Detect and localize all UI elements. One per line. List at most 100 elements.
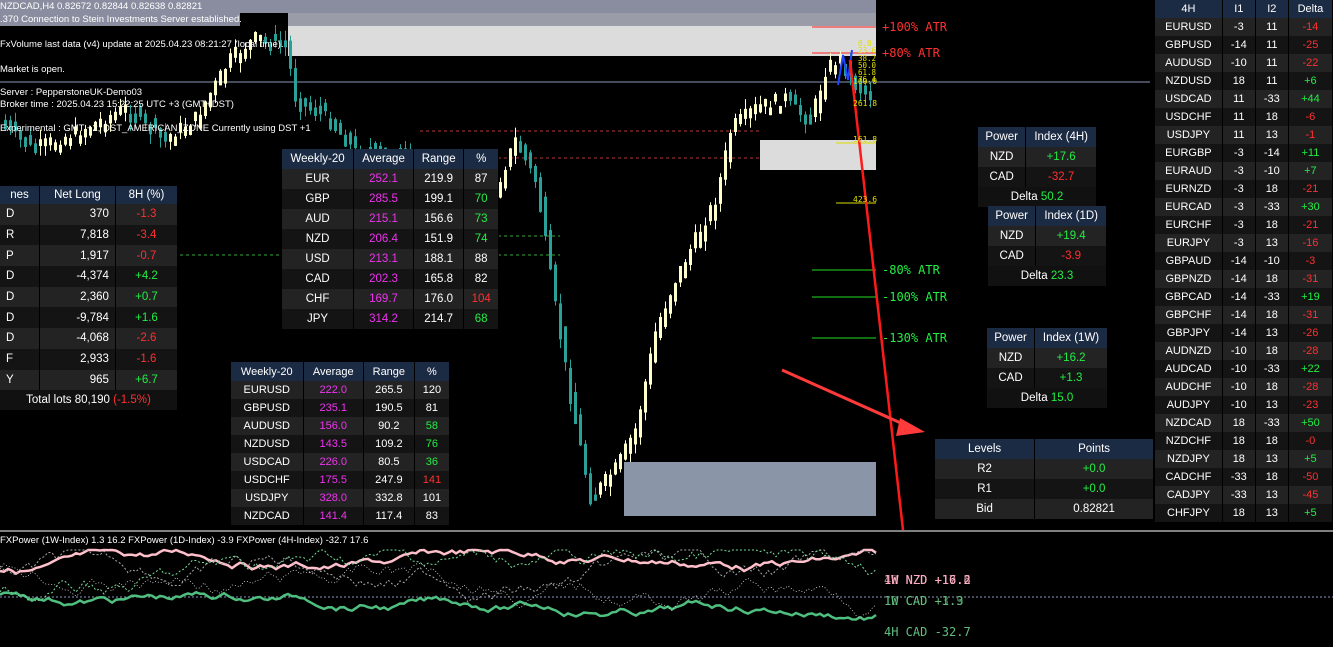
candle-body: [59, 144, 62, 153]
fourh-i1: 11: [1222, 108, 1256, 126]
weekly-pair-name: GBPUSD: [231, 399, 304, 417]
weekly-pair-row: USDJPY 328.0 332.8 101: [231, 489, 451, 507]
fourh-i1: 18: [1222, 72, 1256, 90]
levels-header-levels: Levels: [935, 439, 1036, 459]
candle-body: [504, 169, 507, 189]
wp-header-range: Range: [363, 362, 415, 381]
weekly-pair-range: 190.5: [363, 399, 415, 417]
p1w-header-power: Power: [987, 328, 1036, 348]
fourh-i2: 18: [1255, 468, 1289, 486]
fourh-delta: -16: [1288, 234, 1333, 252]
candle-body: [549, 230, 552, 270]
fourh-pair: CHFJPY: [1155, 504, 1223, 522]
fourh-i1: 18: [1222, 504, 1256, 522]
fourh-delta: -28: [1288, 342, 1333, 360]
candle-body: [734, 118, 737, 132]
fourh-i1: -3: [1222, 144, 1256, 162]
weekly-currency-name: GBP: [282, 189, 355, 209]
fourh-row: EURCAD -3 -33 +30: [1155, 198, 1333, 216]
candle-body: [809, 114, 812, 125]
candle-body: [284, 40, 287, 48]
wc-header-weekly: Weekly-20: [282, 149, 355, 169]
candle-body: [169, 133, 172, 142]
fourh-delta: -21: [1288, 180, 1333, 198]
fourh-delta: -22: [1288, 54, 1333, 72]
candle-body: [244, 48, 247, 59]
weekly-pair-name: NZDUSD: [231, 435, 304, 453]
osc-label-4h-cad: 4H CAD -32.7: [884, 625, 971, 639]
fourh-i2: 11: [1255, 36, 1289, 54]
market-status: Market is open.: [0, 64, 65, 75]
fourh-i1: 18: [1222, 450, 1256, 468]
fourh-i2: 18: [1255, 378, 1289, 396]
candle-body: [834, 65, 837, 75]
net-long-row: F 2,933 -1.6: [0, 348, 179, 370]
p4h-ccy-cad: CAD: [978, 167, 1027, 187]
candle-body: [644, 381, 647, 413]
fourh-i2: 18: [1255, 306, 1289, 324]
candle-body: [614, 462, 617, 475]
price-chart[interactable]: [0, 0, 1333, 647]
candle-body: [69, 138, 72, 146]
fourh-i1: -3: [1222, 234, 1256, 252]
candle-body: [294, 68, 297, 102]
weekly-currency-name: AUD: [282, 209, 355, 229]
weekly-currency-average: 314.2: [353, 309, 414, 329]
weekly-currency-row: CAD 202.3 165.8 82: [282, 269, 499, 289]
fourh-i1: -14: [1222, 324, 1256, 342]
fourh-pair: AUDNZD: [1155, 342, 1223, 360]
fourh-row: NZDCHF 18 18 -0: [1155, 432, 1333, 450]
fourh-pair: GBPCHF: [1155, 306, 1223, 324]
fourh-delta: -1: [1288, 126, 1333, 144]
weekly-currency-name: JPY: [282, 309, 355, 329]
p1d-val-nzd: +19.4: [1035, 226, 1107, 246]
weekly-pair-pct: 58: [414, 417, 451, 435]
net-long-value: -4,374: [39, 266, 116, 287]
levels-table: Levels Points R2 +0.0 R1 +0.0 Bid 0.8282…: [935, 439, 1154, 519]
fourh-i2: 13: [1255, 504, 1289, 522]
atr-label-p100: +100% ATR: [882, 20, 948, 34]
fourh-i2: 11: [1255, 72, 1289, 90]
net-long-currency: D: [0, 328, 40, 349]
fourh-i2: 13: [1255, 486, 1289, 504]
fourh-pair: EURUSD: [1155, 18, 1223, 36]
broker-time: Broker time : 2025.04.23 15:22:25 UTC +3…: [0, 99, 234, 110]
p4h-val-cad: -32.7: [1025, 167, 1097, 187]
level-bid-label: Bid: [935, 499, 1036, 519]
weekly-currency-pct: 88: [463, 249, 499, 269]
fourh-i1: -10: [1222, 54, 1256, 72]
fh-header-i1: I1: [1222, 0, 1256, 18]
candle-body: [804, 114, 807, 125]
weekly-pair-row: USDCHF 175.5 247.9 141: [231, 471, 451, 489]
fourh-i1: -14: [1222, 36, 1256, 54]
fourh-pair: AUDJPY: [1155, 396, 1223, 414]
p1d-ccy-cad: CAD: [988, 246, 1037, 266]
fourh-i1: -3: [1222, 162, 1256, 180]
fourh-i1: -3: [1222, 216, 1256, 234]
candle-body: [799, 105, 802, 116]
wp-header-average: Average: [303, 362, 364, 381]
weekly-pair-range: 90.2: [363, 417, 415, 435]
fourh-row: AUDNZD -10 18 -28: [1155, 342, 1333, 360]
annotation-arrow: [781, 368, 913, 430]
fourh-i2: 13: [1255, 234, 1289, 252]
fourh-i1: -14: [1222, 270, 1256, 288]
power-4h-table: Power Index (4H) NZD +17.6 CAD -32.7 Del…: [978, 127, 1097, 207]
net-long-currency: Y: [0, 369, 40, 391]
weekly-currency-pct: 74: [463, 229, 499, 249]
fourh-i1: -14: [1222, 288, 1256, 306]
net-long-currency: D: [0, 307, 40, 329]
delta-value: 50.2: [1040, 191, 1064, 203]
fourh-pair: EURAUD: [1155, 162, 1223, 180]
weekly-pair-pct: 141: [414, 471, 451, 489]
delta-label: Delta: [1010, 191, 1038, 203]
weekly-currency-row: JPY 314.2 214.7 68: [282, 309, 499, 329]
candle-body: [584, 443, 587, 475]
weekly-currency-row: CHF 169.7 176.0 104: [282, 289, 499, 309]
fourh-pair: EURCAD: [1155, 198, 1223, 216]
candle-body: [39, 139, 42, 146]
fourh-delta: +19: [1288, 288, 1333, 306]
weekly-pair-average: 141.4: [303, 507, 364, 525]
level-r1-value: +0.0: [1034, 479, 1154, 499]
weekly-pair-row: NZDUSD 143.5 109.2 76: [231, 435, 451, 453]
